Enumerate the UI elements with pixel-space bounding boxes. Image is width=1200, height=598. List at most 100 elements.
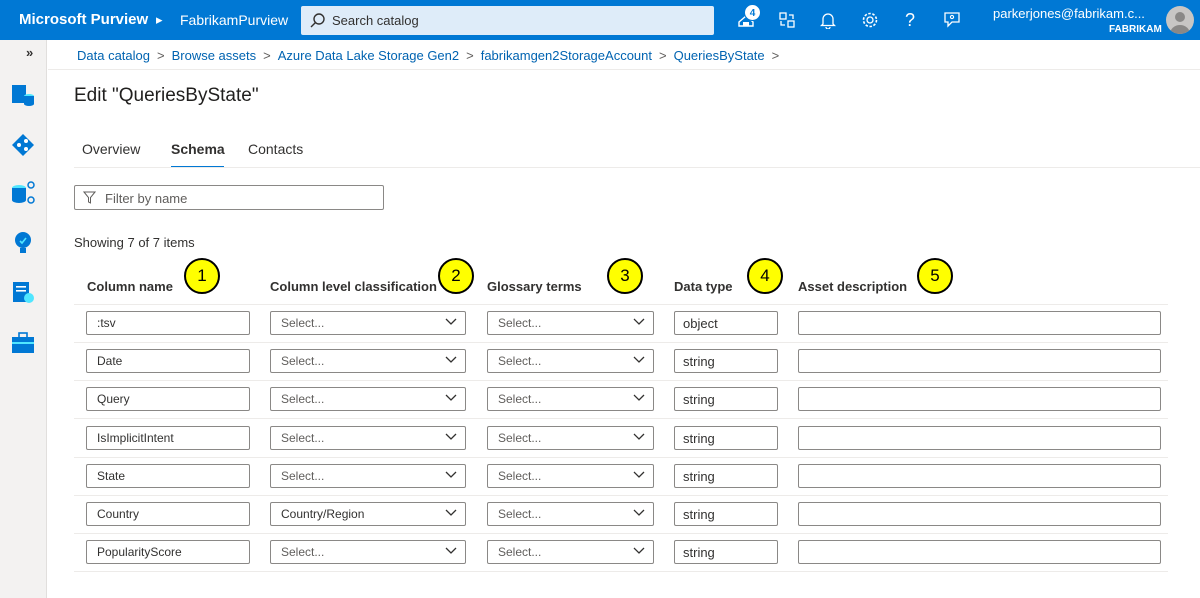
glossary-terms-select[interactable]: Select...	[487, 540, 654, 564]
data-type-input[interactable]: string	[674, 426, 778, 450]
column-name-input[interactable]: Query	[86, 387, 250, 411]
chevron-down-icon	[445, 509, 457, 516]
tenant-name[interactable]: FabrikamPurview	[180, 12, 288, 28]
column-name-input[interactable]: Date	[86, 349, 250, 373]
chevron-down-icon	[445, 356, 457, 363]
chevron-right-icon: >	[771, 48, 780, 63]
user-email[interactable]: parkerjones@fabrikam.c...	[993, 6, 1145, 21]
glossary-terms-select[interactable]: Select...	[487, 426, 654, 450]
filter-icon	[83, 191, 96, 204]
chevron-down-icon	[445, 547, 457, 554]
search-icon	[310, 13, 325, 28]
data-catalog-icon[interactable]	[10, 82, 36, 108]
chevron-down-icon	[633, 547, 645, 554]
glossary-terms-value: Select...	[498, 545, 542, 559]
glossary-terms-select[interactable]: Select...	[487, 349, 654, 373]
callout-5: 5	[917, 258, 953, 294]
classification-value: Select...	[281, 354, 325, 368]
glossary-terms-select[interactable]: Select...	[487, 464, 654, 488]
data-type-input[interactable]: object	[674, 311, 778, 335]
asset-description-input[interactable]	[798, 426, 1161, 450]
breadcrumb-item[interactable]: Azure Data Lake Storage Gen2	[278, 48, 459, 63]
feedback-icon[interactable]	[940, 8, 964, 32]
classification-select[interactable]: Select...	[270, 464, 466, 488]
glossary-terms-select[interactable]: Select...	[487, 502, 654, 526]
classification-select[interactable]: Select...	[270, 540, 466, 564]
asset-description-input[interactable]	[798, 387, 1161, 411]
asset-description-input[interactable]	[798, 540, 1161, 564]
avatar[interactable]	[1166, 6, 1194, 34]
data-map-icon[interactable]	[10, 132, 36, 158]
classification-value: Country/Region	[281, 507, 365, 521]
chevron-right-icon: ▸	[156, 12, 163, 27]
table-row: :tsv Select... Select... object	[74, 305, 1168, 343]
chevron-right-icon: >	[466, 48, 474, 63]
chevron-right-icon: >	[659, 48, 667, 63]
breadcrumb-item[interactable]: fabrikamgen2StorageAccount	[481, 48, 652, 63]
chevron-right-icon: >	[157, 48, 165, 63]
table-row: Query Select... Select... string	[74, 381, 1168, 419]
expand-nav-icon[interactable]: »	[26, 45, 33, 60]
data-type-input[interactable]: string	[674, 464, 778, 488]
data-type-input[interactable]: string	[674, 540, 778, 564]
classification-select[interactable]: Select...	[270, 387, 466, 411]
column-name-input[interactable]: State	[86, 464, 250, 488]
data-policy-icon[interactable]	[10, 280, 36, 306]
bell-icon[interactable]	[816, 8, 840, 32]
chevron-down-icon	[445, 471, 457, 478]
asset-description-input[interactable]	[798, 464, 1161, 488]
glossary-terms-value: Select...	[498, 469, 542, 483]
classification-value: Select...	[281, 431, 325, 445]
gear-icon[interactable]	[858, 8, 882, 32]
glossary-terms-select[interactable]: Select...	[487, 387, 654, 411]
brand-name[interactable]: Microsoft Purview	[19, 11, 148, 28]
classification-select[interactable]: Select...	[270, 311, 466, 335]
item-count-text: Showing 7 of 7 items	[74, 235, 195, 250]
breadcrumb-item[interactable]: Browse assets	[172, 48, 257, 63]
glossary-terms-value: Select...	[498, 507, 542, 521]
tab-schema[interactable]: Schema	[171, 141, 225, 157]
filter-placeholder: Filter by name	[105, 191, 188, 206]
classification-value: Select...	[281, 392, 325, 406]
chevron-down-icon	[445, 318, 457, 325]
data-estate-icon[interactable]	[10, 180, 36, 206]
column-name-input[interactable]: IsImplicitIntent	[86, 426, 250, 450]
table-row: IsImplicitIntent Select... Select... string	[74, 420, 1168, 458]
glossary-terms-value: Select...	[498, 431, 542, 445]
data-type-input[interactable]: string	[674, 387, 778, 411]
breadcrumb-item[interactable]: Data catalog	[77, 48, 150, 63]
column-name-input[interactable]: PopularityScore	[86, 540, 250, 564]
filter-input[interactable]: Filter by name	[74, 185, 384, 210]
header-column-name: Column name	[87, 279, 173, 294]
search-box[interactable]: Search catalog	[301, 6, 714, 35]
data-insights-icon[interactable]	[10, 230, 36, 256]
column-name-input[interactable]: :tsv	[86, 311, 250, 335]
chevron-down-icon	[633, 394, 645, 401]
data-type-input[interactable]: string	[674, 349, 778, 373]
column-name-input[interactable]: Country	[86, 502, 250, 526]
management-icon[interactable]	[10, 330, 36, 356]
glossary-terms-value: Select...	[498, 354, 542, 368]
help-icon[interactable]: ?	[898, 8, 922, 32]
asset-description-input[interactable]	[798, 502, 1161, 526]
directory-switch-icon[interactable]	[775, 8, 799, 32]
data-type-input[interactable]: string	[674, 502, 778, 526]
divider	[74, 167, 1200, 168]
search-placeholder: Search catalog	[332, 13, 419, 28]
classification-select[interactable]: Country/Region	[270, 502, 466, 526]
tab-overview[interactable]: Overview	[82, 141, 140, 157]
glossary-terms-select[interactable]: Select...	[487, 311, 654, 335]
divider	[74, 571, 1168, 572]
tab-contacts[interactable]: Contacts	[248, 141, 303, 157]
left-nav-rail: »	[0, 40, 47, 598]
glossary-terms-value: Select...	[498, 392, 542, 406]
asset-description-input[interactable]	[798, 311, 1161, 335]
chevron-right-icon: >	[263, 48, 271, 63]
classification-select[interactable]: Select...	[270, 349, 466, 373]
classification-select[interactable]: Select...	[270, 426, 466, 450]
breadcrumb-item[interactable]: QueriesByState	[674, 48, 765, 63]
table-row: State Select... Select... string	[74, 458, 1168, 496]
user-org: FABRIKAM	[1109, 24, 1162, 35]
header-data-type: Data type	[674, 279, 733, 294]
asset-description-input[interactable]	[798, 349, 1161, 373]
